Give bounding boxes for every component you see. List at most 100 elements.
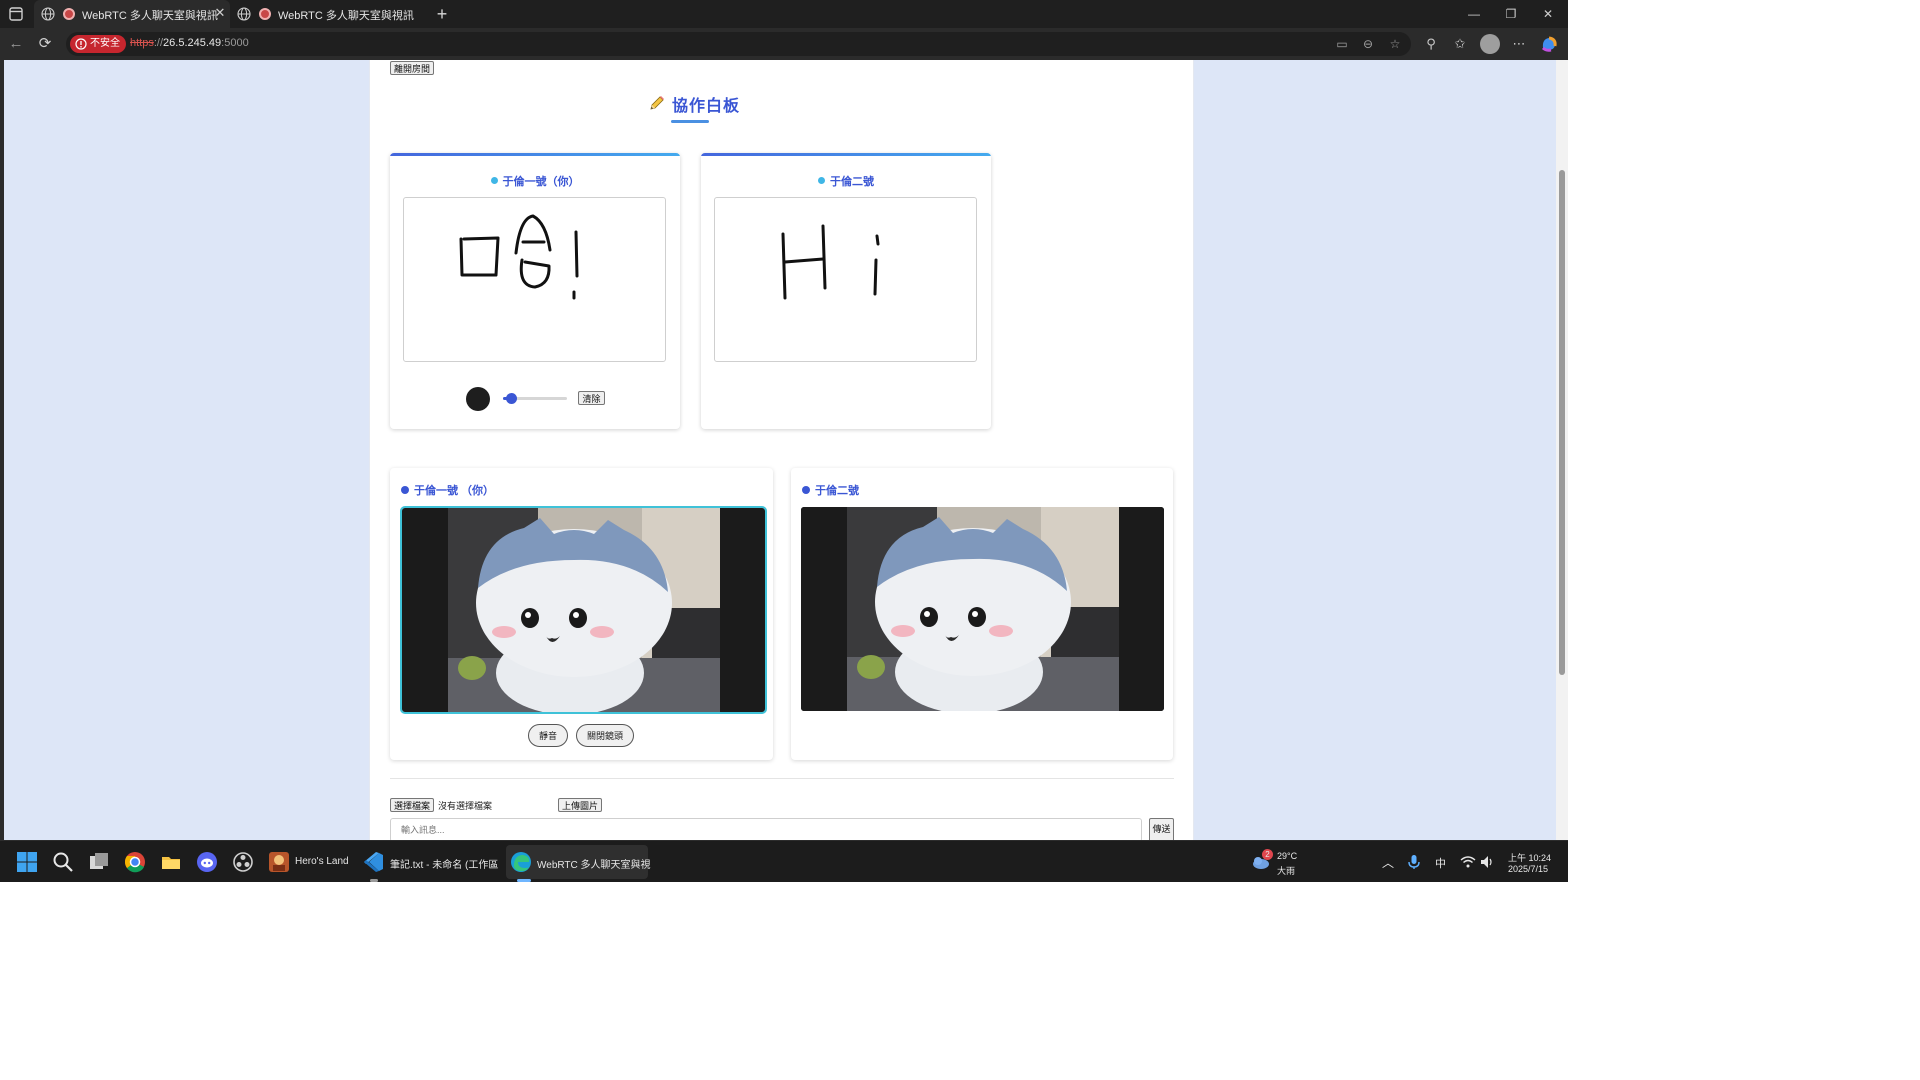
edge-icon[interactable] — [510, 851, 532, 873]
not-secure-label: 不安全 — [90, 38, 120, 49]
new-tab-plus-icon[interactable]: + — [432, 4, 452, 24]
card-accent-bar — [390, 153, 680, 156]
webcam-feed-image — [402, 508, 765, 712]
drawing-strokes — [459, 214, 579, 300]
whiteboard-card-peer: 于倫二號 — [701, 153, 991, 429]
input-method-indicator[interactable]: 中 — [1435, 855, 1446, 871]
restore-icon[interactable]: ❐ — [1501, 4, 1521, 24]
favorite-star-icon[interactable]: ☆ — [1387, 36, 1403, 52]
windows-taskbar: Hero's Land 筆記.txt - 未命名 (工作區 WebRTC 多人聊… — [0, 840, 1568, 882]
obs-icon[interactable] — [232, 851, 254, 873]
whiteboard-canvas-peer — [714, 197, 977, 362]
clear-button[interactable]: 清除 — [578, 391, 605, 405]
taskbar-app-label[interactable]: WebRTC 多人聊天室與視 — [537, 856, 651, 871]
camera-in-use-icon[interactable]: ▭ — [1334, 36, 1350, 52]
status-dot — [818, 177, 825, 184]
whiteboard-title: 協作白板 — [672, 98, 741, 115]
minimize-icon[interactable]: — — [1464, 4, 1484, 24]
running-indicator — [370, 879, 378, 882]
main-container: 離開房間 協作白板 于倫一號（你） 清除 于倫二號 于倫一號 （你） 靜音 關閉… — [369, 60, 1194, 844]
video-card-peer: 于倫二號 — [791, 468, 1173, 760]
globe-icon — [237, 7, 251, 21]
search-icon[interactable] — [52, 851, 74, 873]
video-user-label: 于倫一號 （你） — [414, 485, 495, 497]
whiteboard-canvas-self[interactable] — [403, 197, 666, 362]
copilot-icon[interactable] — [1540, 35, 1558, 53]
slider-knob[interactable] — [506, 393, 517, 404]
favorites-icon[interactable]: ✩ — [1450, 34, 1470, 54]
tab-title: WebRTC 多人聊天室與視訊 — [278, 10, 414, 22]
brush-color-picker[interactable] — [466, 387, 490, 411]
url-port: :5000 — [221, 37, 249, 49]
weather-description: 大雨 — [1277, 866, 1296, 876]
brush-size-slider[interactable] — [503, 393, 567, 404]
mute-button[interactable]: 靜音 — [528, 724, 568, 747]
zoom-icon[interactable]: ⊖ — [1360, 36, 1376, 52]
windows-start-icon[interactable] — [16, 851, 38, 873]
recording-icon — [259, 8, 271, 20]
section-divider — [390, 778, 1174, 779]
address-bar: ← ⟳ 不安全 https://26.5.245.49:5000 ▭ ⊖ ☆ ⚲… — [0, 28, 1568, 60]
file-explorer-icon[interactable] — [160, 851, 182, 873]
url-field[interactable]: 不安全 https://26.5.245.49:5000 ▭ ⊖ ☆ — [66, 32, 1411, 56]
browser-tab-2[interactable]: WebRTC 多人聊天室與視訊 — [230, 0, 426, 28]
whiteboard-user-label: 于倫一號（你） — [502, 176, 580, 188]
heros-land-icon[interactable] — [268, 851, 290, 873]
video-user-name: 于倫二號 — [802, 482, 859, 498]
url-protocol: https — [130, 37, 154, 49]
back-arrow-icon[interactable]: ← — [6, 34, 26, 54]
whiteboard-card-self: 于倫一號（你） 清除 — [390, 153, 680, 429]
pencil-icon — [650, 96, 664, 110]
running-indicator — [517, 879, 531, 882]
globe-icon — [41, 7, 55, 21]
url-separator: :// — [153, 37, 164, 49]
page-scrollbar[interactable] — [1556, 60, 1568, 840]
whiteboard-user-label: 于倫二號 — [830, 176, 874, 188]
taskbar-app-label[interactable]: Hero's Land — [295, 856, 349, 867]
window-frame — [0, 60, 4, 840]
discord-icon[interactable] — [196, 851, 218, 873]
whiteboard-user-name: 于倫一號（你） — [390, 173, 680, 189]
not-secure-badge[interactable]: 不安全 — [70, 35, 126, 53]
window-close-icon[interactable]: ✕ — [1538, 4, 1558, 24]
video-user-label: 于倫二號 — [815, 485, 859, 497]
extensions-icon[interactable]: ⚲ — [1421, 34, 1441, 54]
card-accent-bar — [701, 153, 991, 156]
choose-file-button[interactable]: 選擇檔案 — [390, 798, 434, 812]
profile-avatar[interactable] — [1480, 34, 1500, 54]
status-dot — [802, 486, 810, 494]
url-text: https://26.5.245.49:5000 — [130, 37, 249, 49]
vscode-icon[interactable] — [363, 851, 385, 873]
microphone-icon[interactable] — [1406, 854, 1422, 870]
no-file-label: 沒有選擇檔案 — [438, 801, 493, 811]
chrome-icon[interactable] — [124, 851, 146, 873]
url-host: 26.5.245.49 — [163, 37, 222, 49]
weather-temperature: 29°C — [1277, 851, 1298, 861]
title-underline — [671, 120, 709, 123]
webcam-feed-image — [801, 507, 1164, 711]
tab-title: WebRTC 多人聊天室與視訊 — [82, 10, 218, 22]
browser-tab-1[interactable]: WebRTC 多人聊天室與視訊 ✕ — [34, 0, 230, 28]
upload-image-button[interactable]: 上傳圖片 — [558, 798, 602, 812]
weather-alert-badge: 2 — [1262, 849, 1273, 860]
reload-icon[interactable]: ⟳ — [35, 34, 55, 54]
scrollbar-thumb[interactable] — [1559, 170, 1565, 675]
clock-time[interactable]: 上午 10:24 — [1508, 851, 1551, 864]
camera-off-button[interactable]: 關閉鏡頭 — [576, 724, 634, 747]
taskbar-app-label[interactable]: 筆記.txt - 未命名 (工作區 — [390, 856, 498, 871]
remote-video — [801, 507, 1164, 711]
drawing-strokes — [781, 224, 880, 300]
show-hidden-icons-chevron-icon[interactable]: ︿ — [1382, 854, 1394, 871]
tab-actions-icon[interactable] — [8, 6, 24, 22]
whiteboard-header: 協作白板 — [648, 92, 778, 115]
close-tab-icon[interactable]: ✕ — [213, 6, 227, 20]
page-viewport: 離開房間 協作白板 于倫一號（你） 清除 于倫二號 于倫一號 （你） 靜音 關閉… — [0, 60, 1568, 844]
wifi-icon[interactable] — [1460, 854, 1476, 870]
task-view-icon[interactable] — [88, 851, 110, 873]
leave-room-button[interactable]: 離開房間 — [390, 61, 434, 75]
message-input[interactable] — [390, 818, 1142, 842]
clock-date[interactable]: 2025/7/15 — [1508, 864, 1548, 874]
volume-icon[interactable] — [1479, 854, 1495, 870]
more-menu-icon[interactable]: ⋯ — [1509, 34, 1529, 54]
video-user-name: 于倫一號 （你） — [401, 482, 494, 498]
